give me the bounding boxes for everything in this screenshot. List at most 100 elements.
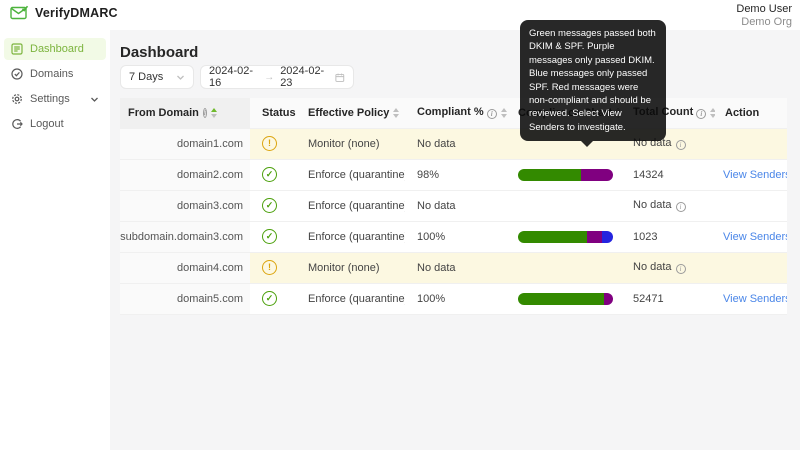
user-block[interactable]: Demo User Demo Org [736, 3, 792, 29]
total-cell: 52471 [625, 283, 715, 314]
policy-cell: Enforce (quarantine) [300, 221, 405, 252]
compliance-bar [518, 231, 613, 243]
policy-cell: Enforce (quarantine) [300, 283, 405, 314]
info-icon[interactable] [676, 264, 686, 274]
total-cell: 14324 [625, 159, 715, 190]
status-cell: ✓ [250, 190, 300, 221]
info-icon[interactable] [676, 202, 686, 212]
sort-icon[interactable] [393, 108, 399, 118]
status-icon: ! [262, 260, 277, 275]
date-range-arrow: → [264, 72, 274, 83]
chart-cell [510, 283, 625, 314]
info-icon[interactable] [696, 109, 706, 119]
page-title: Dashboard [120, 44, 198, 61]
column-label: Status [262, 107, 296, 119]
date-end-input[interactable]: 2024-02-23 [280, 65, 329, 89]
date-start-input[interactable]: 2024-02-16 [209, 65, 258, 89]
total-cell: No data [625, 252, 715, 283]
chart-cell [510, 252, 625, 283]
domains-table: From Domain Status Effectiv [120, 98, 787, 315]
domain-cell: domain2.com [120, 159, 250, 190]
sort-icon[interactable] [501, 108, 507, 118]
status-cell: ✓ [250, 221, 300, 252]
action-cell: View Senders [715, 159, 787, 190]
domain-cell: domain4.com [120, 252, 250, 283]
filters-bar: 7 Days 2024-02-16 → 2024-02-23 [120, 65, 354, 89]
org-name: Demo Org [736, 16, 792, 29]
sidebar-item-domains[interactable]: Domains [4, 63, 106, 85]
bar-segment-green [518, 169, 581, 181]
chart-cell [510, 190, 625, 221]
info-icon[interactable] [676, 140, 686, 150]
column-header-compliant-pct[interactable]: Compliant % [405, 98, 510, 128]
tooltip-arrow [581, 141, 593, 147]
table-row: domain1.com ! Monitor (none) No data No … [120, 128, 787, 159]
action-cell [715, 190, 787, 221]
table-body: domain1.com ! Monitor (none) No data No … [120, 128, 787, 314]
bar-segment-green [518, 293, 604, 305]
view-senders-link[interactable]: View Senders [723, 169, 787, 181]
domain-cell: subdomain.domain3.com [120, 221, 250, 252]
status-cell: ✓ [250, 283, 300, 314]
sidebar-item-label: Domains [30, 68, 73, 80]
chart-cell [510, 221, 625, 252]
action-cell [715, 128, 787, 159]
sort-icon[interactable] [710, 108, 715, 118]
compliant-cell: No data [405, 128, 510, 159]
bar-segment-blue [602, 231, 613, 243]
policy-cell: Enforce (quarantine) [300, 190, 405, 221]
compliant-cell: 100% [405, 221, 510, 252]
view-senders-link[interactable]: View Senders [723, 293, 787, 305]
total-cell: 1023 [625, 221, 715, 252]
total-value: 1023 [633, 231, 657, 243]
status-cell: ! [250, 128, 300, 159]
info-icon[interactable] [203, 108, 207, 118]
table-row: domain5.com ✓ Enforce (quarantine) 100% … [120, 283, 787, 314]
sidebar-item-label: Dashboard [30, 43, 84, 55]
action-cell: View Senders [715, 221, 787, 252]
envelope-check-icon [10, 5, 29, 20]
sort-icon[interactable] [211, 108, 217, 118]
chart-cell [510, 159, 625, 190]
domain-cell: domain3.com [120, 190, 250, 221]
column-header-status: Status [250, 98, 300, 128]
info-icon[interactable] [487, 109, 497, 119]
app-title: VerifyDMARC [35, 6, 118, 20]
compliant-cell: No data [405, 252, 510, 283]
sidebar-item-dashboard[interactable]: Dashboard [4, 38, 106, 60]
compliance-chart-tooltip: Green messages passed both DKIM & SPF. P… [520, 20, 666, 141]
app: { "header": { "logo_text": "VerifyDMARC"… [0, 0, 800, 450]
column-header-effective-policy[interactable]: Effective Policy [300, 98, 405, 128]
status-cell: ! [250, 252, 300, 283]
column-label: Effective Policy [308, 107, 389, 119]
view-senders-link[interactable]: View Senders [723, 231, 787, 243]
compliant-cell: 100% [405, 283, 510, 314]
bar-segment-purple [604, 293, 614, 305]
range-select-value: 7 Days [129, 71, 163, 83]
calendar-icon[interactable] [335, 72, 345, 83]
sidebar-item-settings[interactable]: Settings [4, 88, 106, 110]
table-header: From Domain Status Effectiv [120, 98, 787, 128]
column-label: Compliant % [417, 106, 484, 118]
action-cell: View Senders [715, 283, 787, 314]
logout-icon [11, 118, 23, 130]
table-row: domain3.com ✓ Enforce (quarantine) No da… [120, 190, 787, 221]
compliant-cell: 98% [405, 159, 510, 190]
column-header-from-domain[interactable]: From Domain [120, 98, 250, 128]
table-row: subdomain.domain3.com ✓ Enforce (quarant… [120, 221, 787, 252]
policy-cell: Monitor (none) [300, 128, 405, 159]
total-value: No data [633, 261, 672, 273]
status-icon: ✓ [262, 198, 277, 213]
date-range-select[interactable]: 7 Days [120, 65, 194, 89]
compliant-cell: No data [405, 190, 510, 221]
column-label: From Domain [128, 107, 199, 119]
logo[interactable]: VerifyDMARC [10, 5, 118, 20]
date-range-picker[interactable]: 2024-02-16 → 2024-02-23 [200, 65, 354, 89]
table-row: domain2.com ✓ Enforce (quarantine) 98% 1… [120, 159, 787, 190]
policy-cell: Monitor (none) [300, 252, 405, 283]
total-value: 14324 [633, 169, 664, 181]
chevron-down-icon [90, 95, 99, 104]
user-name: Demo User [736, 3, 792, 16]
sidebar-item-logout[interactable]: Logout [4, 113, 106, 135]
status-icon: ✓ [262, 291, 277, 306]
